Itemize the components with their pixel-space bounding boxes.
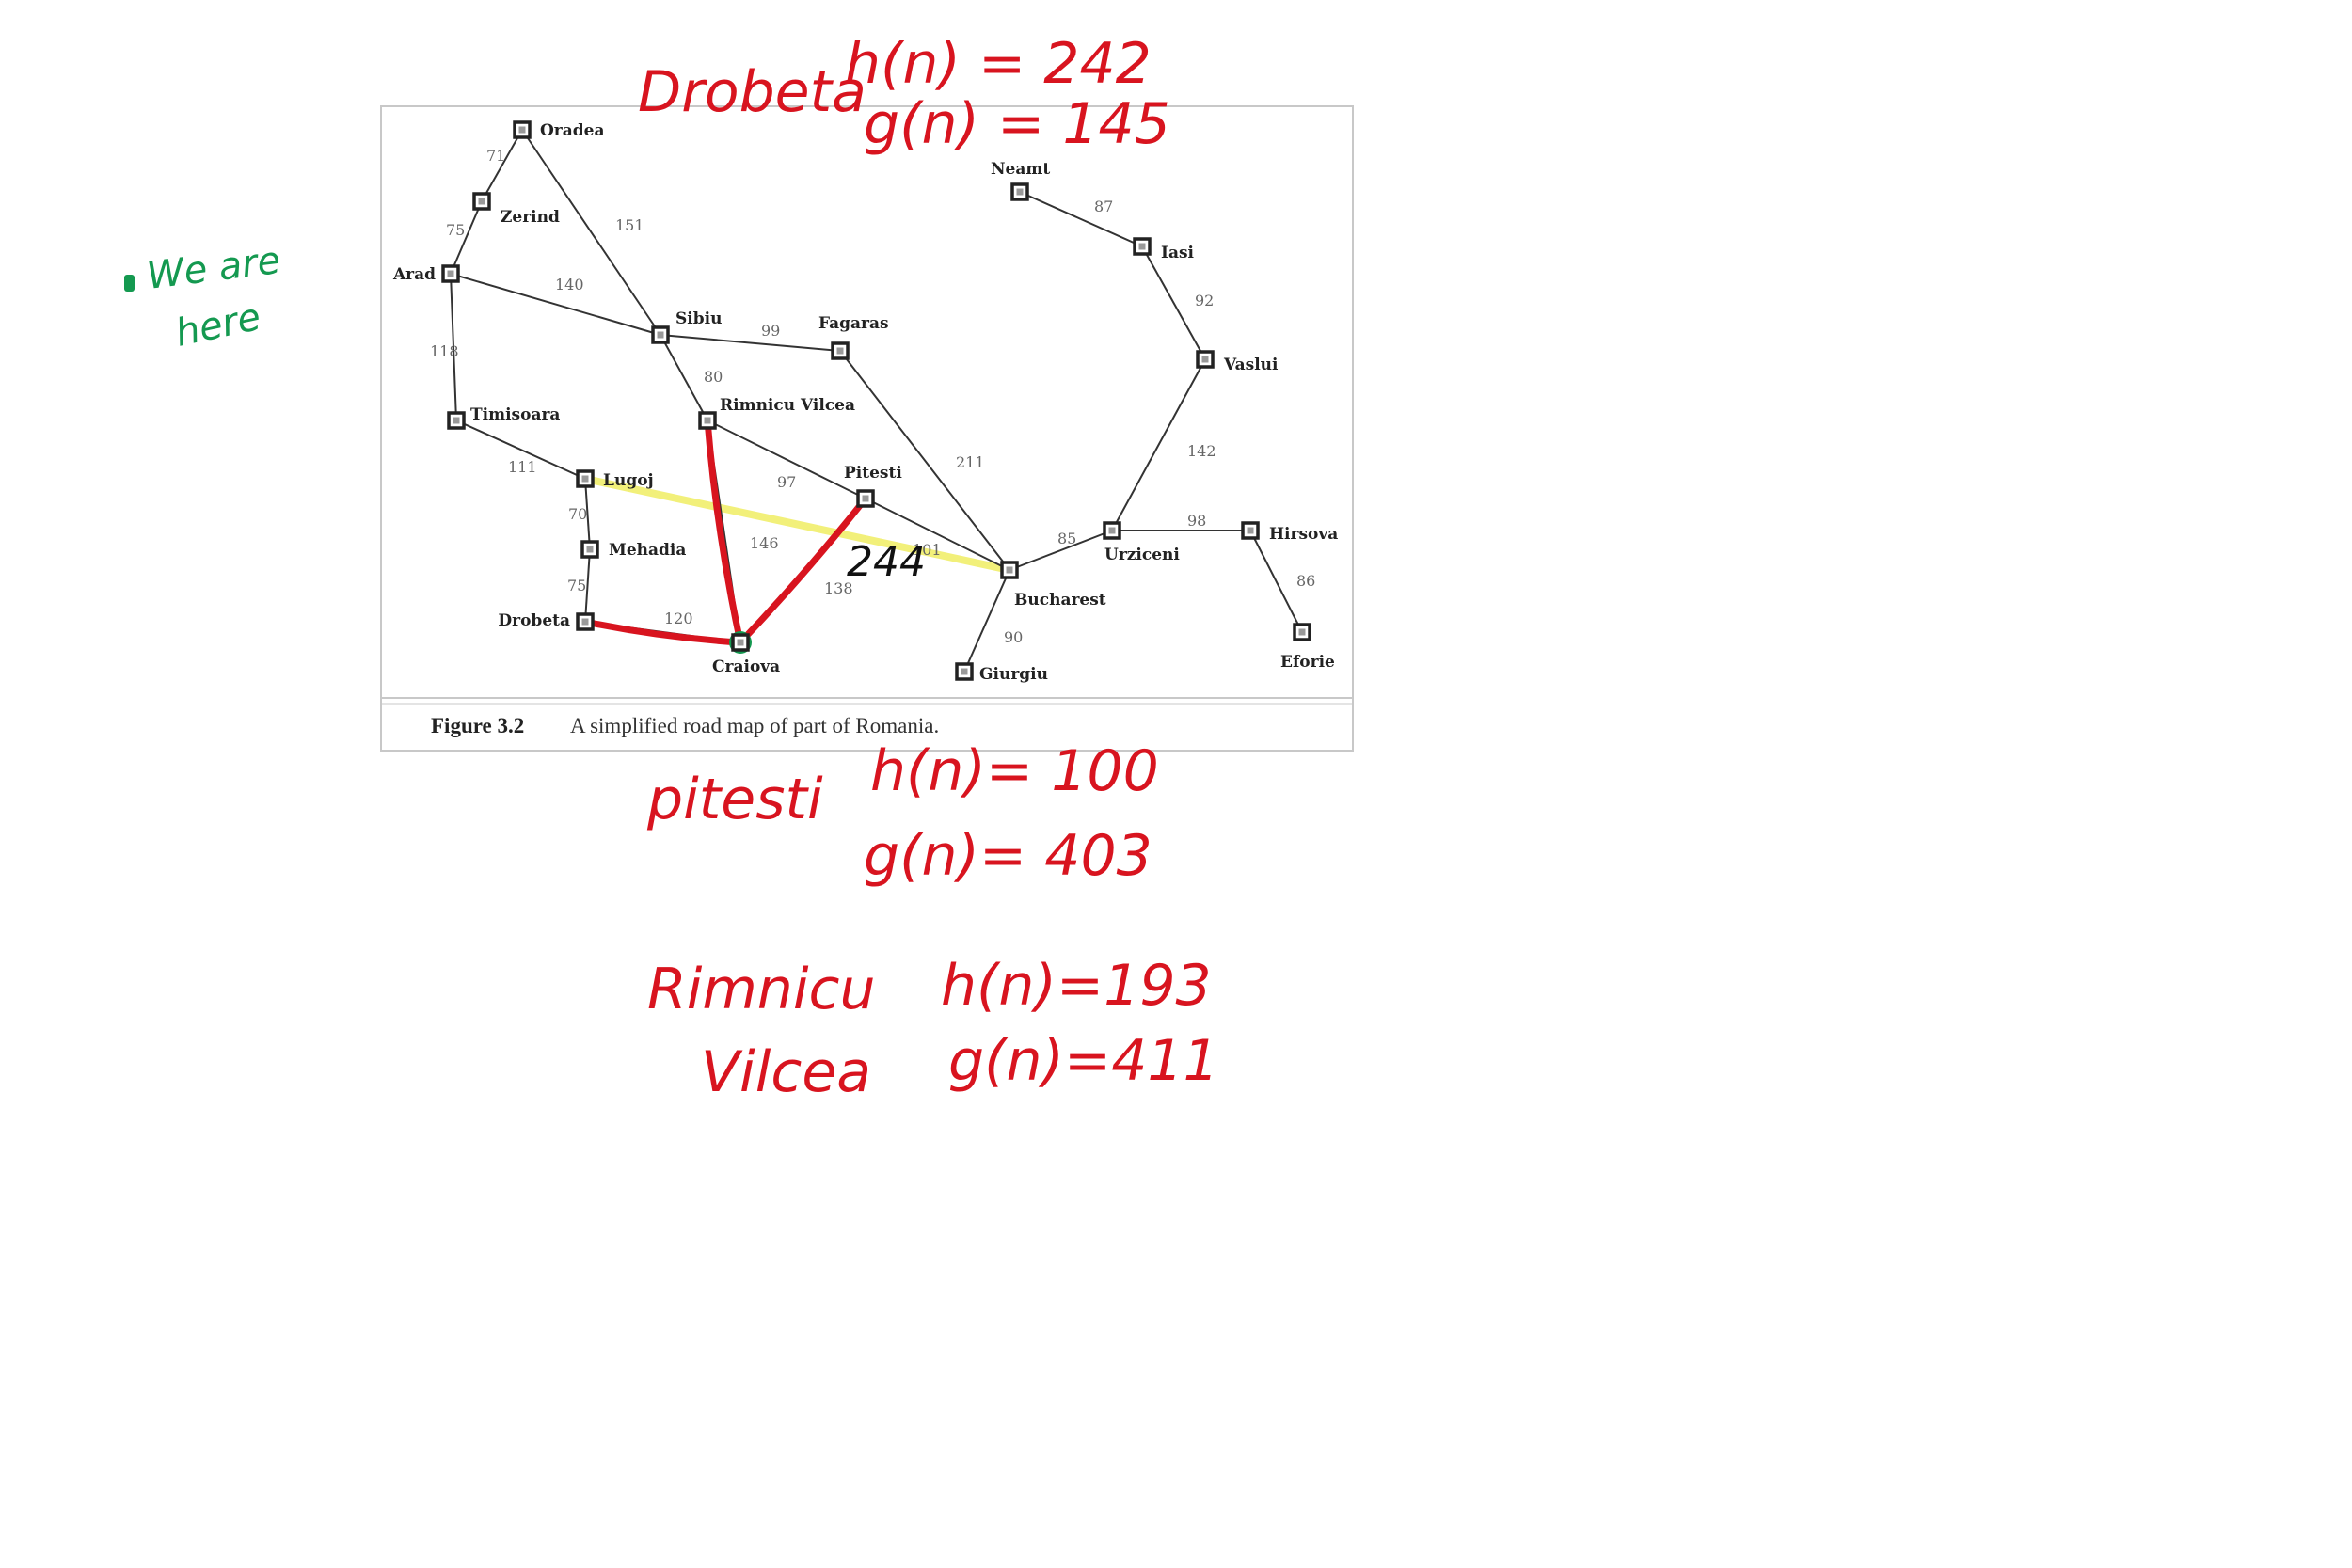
city-node-center [737, 639, 744, 646]
figure-caption: A simplified road map of part of Romania… [570, 714, 939, 737]
city-node-center [1247, 527, 1254, 534]
distance-label: 98 [1187, 512, 1206, 530]
distance-label: 92 [1195, 292, 1214, 309]
rimnicu-annotation: Rimnicu Vilcea h(n)=193 g(n)=411 [647, 953, 1219, 1105]
city-node-center [961, 668, 968, 675]
city-node-center [704, 417, 711, 424]
we-are-here-line2: here [172, 295, 265, 356]
distance-label: 146 [750, 534, 779, 552]
city-arad: Arad [392, 264, 460, 284]
city-node-center [1108, 527, 1116, 534]
distance-label: 120 [664, 610, 693, 627]
city-label: Bucharest [1014, 591, 1106, 610]
city-node-center [581, 475, 589, 483]
distance-label: 151 [615, 216, 644, 234]
pitesti-annotation: pitesti h(n)= 100 g(n)= 403 [646, 738, 1159, 889]
distance-label: 111 [508, 458, 537, 476]
distance-label: 97 [777, 473, 796, 491]
distance-label: 87 [1094, 198, 1113, 215]
city-node-center [447, 270, 454, 277]
city-oradea: Oradea [513, 120, 605, 140]
distance-label: 118 [430, 342, 459, 360]
rimnicu-name-2: Vilcea [701, 1039, 871, 1105]
pitesti-h: h(n)= 100 [870, 738, 1159, 804]
city-label: Mehadia [609, 541, 686, 560]
distance-label: 75 [567, 577, 586, 594]
distance-label: 90 [1004, 628, 1023, 646]
city-node-center [862, 495, 869, 502]
city-node-center [518, 126, 526, 134]
green-dot-icon [124, 275, 135, 292]
city-node-center [586, 546, 594, 553]
distance-label: 85 [1057, 530, 1076, 547]
city-label: Pitesti [844, 464, 902, 483]
city-node-center [453, 417, 460, 424]
drobeta-h: h(n) = 242 [845, 31, 1152, 97]
city-label: Iasi [1161, 244, 1195, 262]
canvas: 7175 1511401189980111977014621110175 13812… [124, 31, 1354, 1105]
city-label: Oradea [540, 121, 605, 140]
city-node-center [1016, 188, 1024, 196]
distance-label: 99 [761, 322, 780, 340]
city-label: Vaslui [1223, 356, 1279, 374]
city-label: Urziceni [1104, 546, 1180, 564]
city-node-center [1201, 356, 1209, 363]
straight-line-value: 244 [847, 538, 926, 586]
we-are-here-note: We are here [124, 239, 283, 356]
city-node-center [1138, 243, 1146, 250]
rimnicu-name-1: Rimnicu [647, 957, 876, 1022]
city-label: Drobeta [498, 611, 570, 630]
distance-label: 71 [486, 147, 505, 165]
city-node-center [836, 347, 844, 355]
we-are-here-line1: We are [145, 239, 283, 298]
drobeta-g: g(n) = 145 [864, 91, 1170, 157]
pitesti-g: g(n)= 403 [864, 823, 1152, 889]
city-node-center [478, 198, 485, 205]
distance-label: 86 [1296, 572, 1315, 590]
city-node-center [581, 618, 589, 626]
city-label: Giurgiu [979, 665, 1048, 684]
city-node-center [1006, 566, 1013, 574]
city-label: Lugoj [603, 471, 654, 490]
city-lugoj: Lugoj [576, 469, 654, 490]
distance-label: 211 [956, 453, 985, 471]
distance-label: 140 [555, 276, 584, 293]
city-label: Zerind [501, 208, 560, 227]
city-drobeta: Drobeta [498, 611, 595, 631]
city-label: Arad [392, 265, 436, 284]
city-label: Eforie [1280, 653, 1335, 672]
pitesti-name: pitesti [646, 767, 823, 832]
rimnicu-h: h(n)=193 [941, 953, 1212, 1019]
city-label: Rimnicu Vilcea [720, 396, 855, 415]
distance-label: 80 [704, 368, 723, 386]
city-label: Hirsova [1269, 525, 1338, 544]
city-label: Fagaras [818, 314, 889, 333]
figure-number: Figure 3.2 [431, 714, 524, 737]
city-mehadia: Mehadia [580, 540, 686, 560]
distance-label: 142 [1187, 442, 1216, 460]
distance-label: 70 [568, 505, 587, 523]
rimnicu-g: g(n)=411 [948, 1028, 1219, 1094]
city-label: Craiova [712, 657, 780, 676]
city-label: Sibiu [675, 309, 722, 328]
city-node-center [1298, 628, 1306, 636]
city-label: Timisoara [470, 405, 560, 424]
drobeta-name: Drobeta [638, 59, 866, 125]
city-node-center [657, 331, 664, 339]
city-label: Neamt [991, 160, 1050, 179]
distance-label: 75 [446, 221, 465, 239]
figure-frame [380, 105, 1354, 752]
